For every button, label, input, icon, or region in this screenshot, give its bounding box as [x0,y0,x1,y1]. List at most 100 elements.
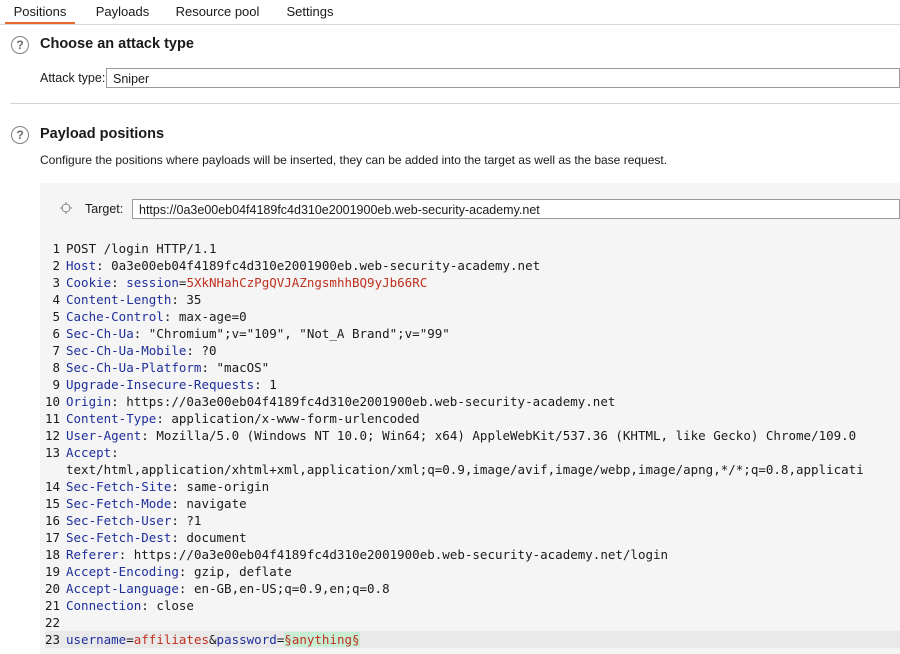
header-value: : ?0 [186,343,217,358]
section-divider [10,103,900,104]
header-value: 5XkNHahCzPgQVJAZngsmhhBQ9yJb66RC [186,275,428,290]
tab-resource-pool[interactable]: Resource pool [170,0,265,22]
line-text: User-Agent: Mozilla/5.0 (Windows NT 10.0… [66,427,856,444]
header-name: Content-Length [66,292,172,307]
request-line[interactable]: 13 Accept: [45,444,900,461]
request-line[interactable]: 3 Cookie: session=5XkNHahCzPgQVJAZngsmhhB… [45,274,900,291]
header-value: : same-origin [171,479,270,494]
line-number: 6 [52,326,60,341]
request-line[interactable]: 5 Cache-Control: max-age=0 [45,308,900,325]
header-value: & [209,632,217,647]
header-name: Accept-Language [66,581,179,596]
line-number: 10 [45,394,61,409]
request-line[interactable]: text/html,application/xhtml+xml,applicat… [45,461,900,478]
line-text: Accept-Encoding: gzip, deflate [66,563,292,580]
line-number: 17 [45,530,61,545]
request-line[interactable]: 14 Sec-Fetch-Site: same-origin [45,478,900,495]
line-number: 15 [45,496,61,511]
help-icon[interactable]: ? [11,36,29,54]
line-number: 20 [45,581,61,596]
line-text: POST /login HTTP/1.1 [66,240,217,257]
line-number: 22 [45,615,61,630]
line-text: Sec-Ch-Ua-Mobile: ?0 [66,342,217,359]
line-text: Content-Type: application/x-www-form-url… [66,410,420,427]
request-line[interactable]: 16 Sec-Fetch-User: ?1 [45,512,900,529]
request-line[interactable]: 6 Sec-Ch-Ua: "Chromium";v="109", "Not_A B… [45,325,900,342]
line-number: 3 [52,275,60,290]
line-number: 9 [52,377,60,392]
header-name: Accept [66,445,112,460]
request-line[interactable]: 1 POST /login HTTP/1.1 [45,240,900,257]
header-name: Referer [66,547,119,562]
header-name: Connection [66,598,142,613]
header-value: = [126,632,134,647]
header-name: Origin [66,394,112,409]
target-url-input[interactable]: https://0a3e00eb04f4189fc4d310e2001900eb… [132,199,900,219]
line-number: 7 [52,343,60,358]
tab-positions[interactable]: Positions [5,0,75,24]
header-name: Sec-Ch-Ua [66,326,134,341]
header-name: Sec-Fetch-Site [66,479,172,494]
line-text: Sec-Fetch-Dest: document [66,529,247,546]
line-text: Sec-Fetch-User: ?1 [66,512,201,529]
line-number: 18 [45,547,61,562]
line-text: Cookie: session=5XkNHahCzPgQVJAZngsmhhBQ… [66,274,427,291]
request-line[interactable]: 23 username=affiliates&password=§anything… [45,631,900,648]
request-line[interactable]: 2 Host: 0a3e00eb04f4189fc4d310e2001900eb.… [45,257,900,274]
request-line[interactable]: 20 Accept-Language: en-GB,en-US;q=0.9,en;… [45,580,900,597]
line-text: Connection: close [66,597,194,614]
header-value: : "Chromium";v="109", "Not_A Brand";v="9… [133,326,450,341]
header-name: username [66,632,127,647]
attack-type-select[interactable]: Sniper [106,68,900,88]
request-line[interactable]: 8 Sec-Ch-Ua-Platform: "macOS" [45,359,900,376]
request-line[interactable]: 12 User-Agent: Mozilla/5.0 (Windows NT 10… [45,427,900,444]
request-line[interactable]: 11 Content-Type: application/x-www-form-u… [45,410,900,427]
line-number: 2 [52,258,60,273]
request-line[interactable]: 10 Origin: https://0a3e00eb04f4189fc4d310… [45,393,900,410]
header-name: Sec-Ch-Ua-Platform [66,360,202,375]
line-number: 12 [45,428,61,443]
header-value: : 1 [254,377,277,392]
line-text: Host: 0a3e00eb04f4189fc4d310e2001900eb.w… [66,257,540,274]
line-text: Accept: [66,444,119,461]
request-line[interactable]: 15 Sec-Fetch-Mode: navigate [45,495,900,512]
header-name: session [126,275,179,290]
request-line[interactable]: 7 Sec-Ch-Ua-Mobile: ?0 [45,342,900,359]
tab-settings[interactable]: Settings [280,0,340,22]
header-name: Sec-Fetch-User [66,513,172,528]
line-text: Origin: https://0a3e00eb04f4189fc4d310e2… [66,393,615,410]
line-number: 1 [52,241,60,256]
request-line[interactable]: 22 [45,614,900,631]
request-line[interactable]: 19 Accept-Encoding: gzip, deflate [45,563,900,580]
attack-type-label: Attack type: [40,71,106,85]
request-line[interactable]: 18 Referer: https://0a3e00eb04f4189fc4d31… [45,546,900,563]
line-text: Upgrade-Insecure-Requests: 1 [66,376,277,393]
header-value: : [111,275,127,290]
header-name: Cache-Control [66,309,164,324]
tab-payloads[interactable]: Payloads [90,0,155,22]
header-value: text/html,application/xhtml+xml,applicat… [66,462,864,477]
tab-bar: Positions Payloads Resource pool Setting… [0,0,900,25]
help-icon[interactable]: ? [11,126,29,144]
request-line[interactable]: 21 Connection: close [45,597,900,614]
request-line[interactable]: 17 Sec-Fetch-Dest: document [45,529,900,546]
line-text: Sec-Fetch-Site: same-origin [66,478,269,495]
header-value: : Mozilla/5.0 (Windows NT 10.0; Win64; x… [141,428,857,443]
line-text: text/html,application/xhtml+xml,applicat… [66,461,864,478]
line-number: 8 [52,360,60,375]
payload-positions-description: Configure the positions where payloads w… [40,153,668,167]
header-name: Accept-Encoding [66,564,179,579]
header-name: User-Agent [66,428,142,443]
payload-marker[interactable]: §anything§ [284,632,360,647]
line-number: 23 [45,632,61,647]
request-line[interactable]: 9 Upgrade-Insecure-Requests: 1 [45,376,900,393]
header-value: : "macOS" [201,360,270,375]
line-text: Sec-Ch-Ua-Platform: "macOS" [66,359,269,376]
header-value: : ?1 [171,513,202,528]
header-name: Content-Type [66,411,157,426]
header-name: Cookie [66,275,112,290]
payload-positions-title: Payload positions [40,126,165,142]
header-name: Sec-Fetch-Mode [66,496,172,511]
request-line[interactable]: 4 Content-Length: 35 [45,291,900,308]
request-editor[interactable]: 1 POST /login HTTP/1.1 2 Host: 0a3e00eb04f4… [45,240,900,648]
